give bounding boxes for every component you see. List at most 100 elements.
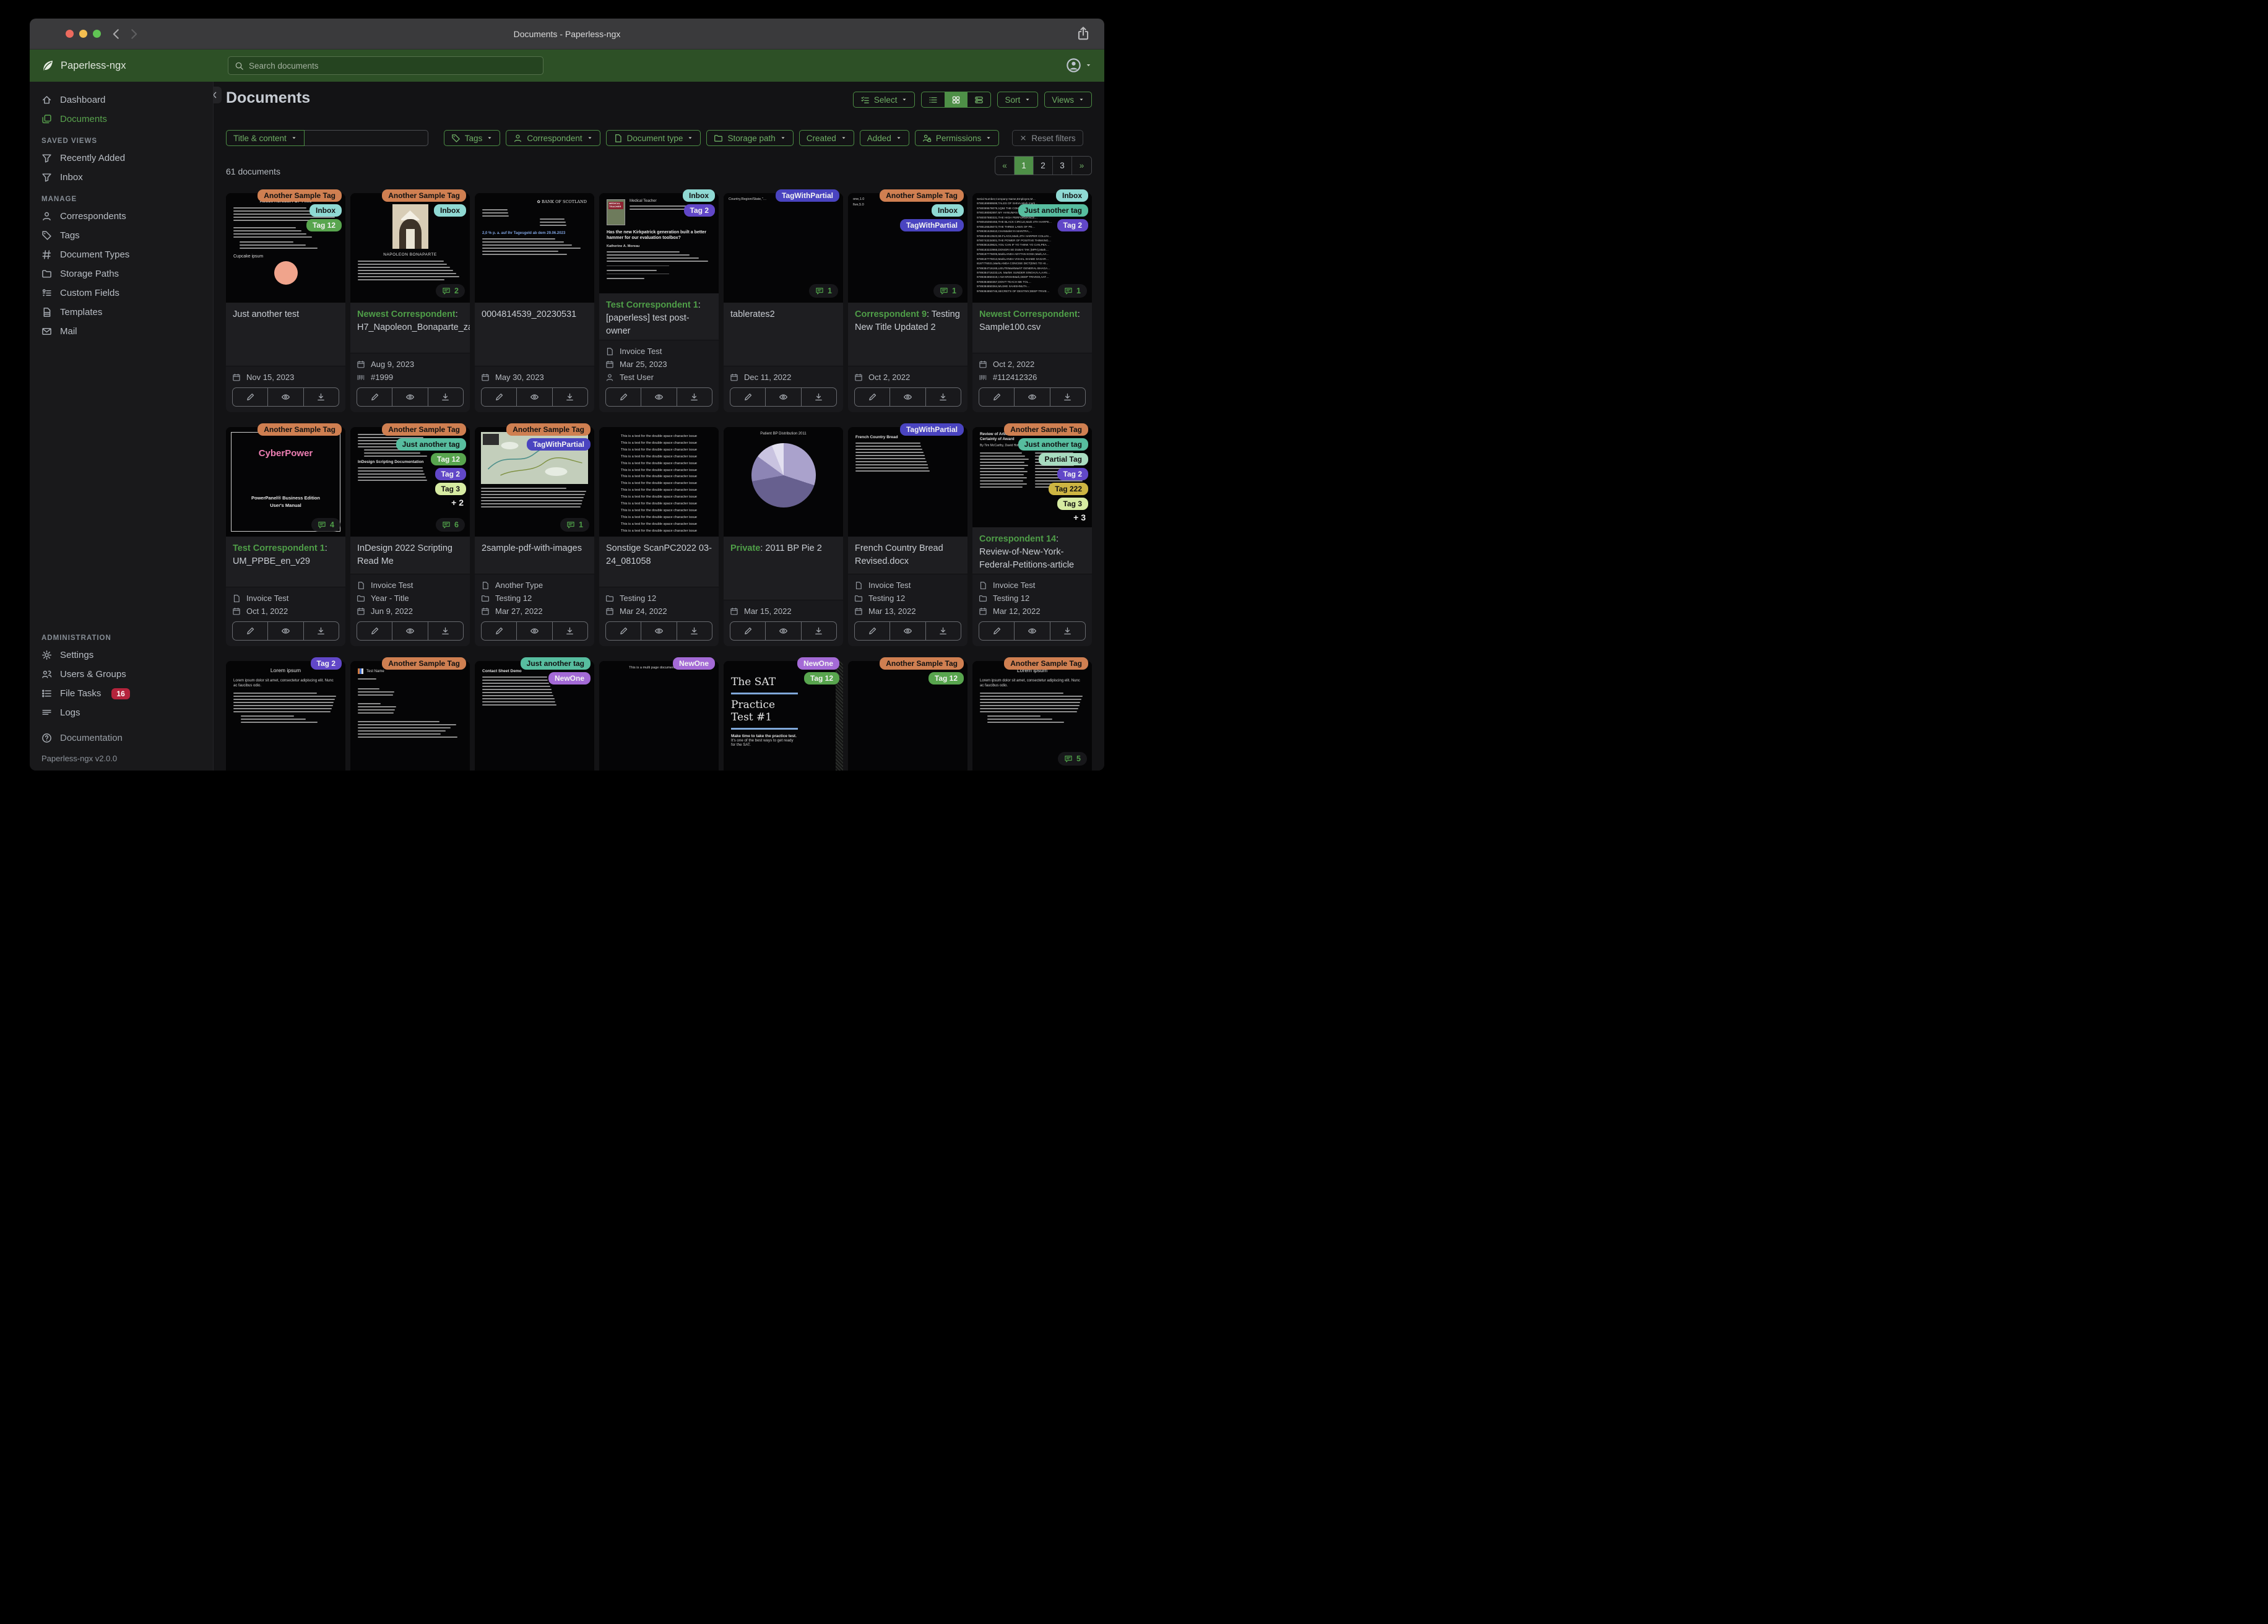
download-document-button[interactable]	[926, 388, 961, 406]
document-thumbnail-area[interactable]: CyberPower PowerPanel® Business Edition Us…	[226, 423, 345, 537]
download-document-button[interactable]	[304, 622, 339, 640]
document-card[interactable]: CyberPower PowerPanel® Business Edition Us…	[226, 423, 345, 646]
document-title[interactable]: tablerates2	[724, 303, 843, 366]
document-thumbnail-area[interactable]: This is a multi page document. Page 1. Ne…	[599, 657, 719, 771]
filter-tags-dropdown[interactable]: Tags	[443, 130, 501, 146]
view-mode-grid[interactable]	[945, 92, 968, 107]
document-card[interactable]: one,1.0 five,5.0 Another Sample Tag Inbox Ta…	[848, 189, 967, 412]
document-card[interactable]: This is a multi page document. Page 1. Ne…	[599, 657, 719, 771]
view-document-button[interactable]	[392, 388, 428, 406]
document-card[interactable]: Test Name Another Sample Tag	[350, 657, 470, 771]
search-box[interactable]	[228, 56, 543, 75]
document-card[interactable]: ✿ BANK OF SCOTLAND 2,0 % p. a. auf Ihr Ta…	[475, 193, 594, 412]
tag-pill[interactable]: NewOne	[797, 657, 839, 670]
download-document-button[interactable]	[304, 388, 339, 406]
download-document-button[interactable]	[926, 622, 961, 640]
sort-button[interactable]: Sort	[997, 92, 1039, 108]
tag-pill[interactable]: Another Sample Tag	[382, 423, 466, 436]
document-title[interactable]: Test Correspondent 1: [paperless] test p…	[599, 293, 719, 340]
correspondent-link[interactable]: Test Correspondent 1	[233, 543, 325, 553]
tag-pill[interactable]: Another Sample Tag	[258, 423, 342, 436]
filter-document-type-dropdown[interactable]: Document type	[605, 130, 701, 146]
view-document-button[interactable]	[1015, 622, 1050, 640]
download-document-button[interactable]	[428, 388, 463, 406]
edit-document-button[interactable]	[357, 388, 393, 406]
tag-pill[interactable]: Just another tag	[520, 657, 591, 670]
document-title[interactable]: InDesign 2022 Scripting Read Me	[350, 537, 470, 574]
document-card[interactable]: Review of Arbitral Awards Shows Swift Re…	[972, 423, 1092, 646]
pagination-page-1[interactable]: 1	[1015, 157, 1034, 175]
view-document-button[interactable]	[641, 388, 677, 406]
view-document-button[interactable]	[268, 388, 304, 406]
tag-pill[interactable]: Tag 222	[1049, 483, 1088, 495]
download-document-button[interactable]	[677, 622, 712, 640]
sidebar-item-documentation[interactable]: Documentation	[30, 728, 213, 748]
tag-pill[interactable]: Tag 2	[435, 468, 466, 480]
document-card[interactable]: Adobe Acrobat PDF FilesCupcake ipsumAnot…	[226, 189, 345, 412]
document-card[interactable]: Lorem ipsum Lorem ipsum dolor sit amet, c…	[972, 657, 1092, 771]
sidebar-item-document-types[interactable]: Document Types	[30, 245, 213, 264]
sidebar-item-tags[interactable]: Tags	[30, 226, 213, 245]
document-title[interactable]: 2sample-pdf-with-images	[475, 537, 594, 574]
tag-pill[interactable]: Tag 12	[430, 453, 466, 465]
tag-pill[interactable]: Another Sample Tag	[382, 189, 466, 202]
document-card[interactable]: NAPOLEON BONAPARTE Another Sample Tag Inbo…	[350, 189, 470, 412]
pagination-page-3[interactable]: 3	[1053, 157, 1072, 175]
document-thumbnail-area[interactable]: NAPOLEON BONAPARTE Another Sample Tag Inbo…	[350, 189, 470, 303]
document-thumbnail-area[interactable]: Serial Number,Company Name,Employee,M… 97…	[972, 189, 1092, 303]
tag-pill[interactable]: Tag 2	[310, 657, 342, 670]
filter-correspondent-dropdown[interactable]: Correspondent	[506, 130, 600, 146]
view-document-button[interactable]	[890, 622, 926, 640]
edit-document-button[interactable]	[233, 388, 269, 406]
tag-pill[interactable]: Another Sample Tag	[382, 657, 466, 670]
filter-storage-path-dropdown[interactable]: Storage path	[706, 130, 794, 146]
document-card[interactable]: Contact Sheet Demo Just another tag NewOne	[475, 657, 594, 771]
pagination-page-2[interactable]: 2	[1034, 157, 1053, 175]
correspondent-link[interactable]: Newest Correspondent	[979, 309, 1078, 319]
title-content-dropdown[interactable]: Title & content	[226, 130, 305, 146]
sidebar-item-users-groups[interactable]: Users & Groups	[30, 665, 213, 684]
document-thumbnail-area[interactable]: MEDICAL TEACHER Medical Teacher Has the new…	[599, 189, 719, 294]
document-card[interactable]: Another Sample Tag TagWithPartial 1 2sample…	[475, 423, 594, 646]
download-document-button[interactable]	[802, 388, 836, 406]
tag-pill[interactable]: Another Sample Tag	[506, 423, 591, 436]
edit-document-button[interactable]	[233, 622, 269, 640]
tag-pill[interactable]: TagWithPartial	[775, 189, 839, 202]
document-thumbnail-area[interactable]: InDesign Scripting Documentation Another …	[350, 423, 470, 537]
download-document-button[interactable]	[1050, 622, 1085, 640]
view-document-button[interactable]	[517, 388, 553, 406]
document-card[interactable]: MEDICAL TEACHER Medical Teacher Has the new…	[599, 189, 719, 412]
document-thumbnail-area[interactable]: Another Sample Tag TagWithPartial 1	[475, 423, 594, 537]
download-document-button[interactable]	[1050, 388, 1085, 406]
sidebar-item-mail[interactable]: Mail	[30, 322, 213, 341]
tag-pill[interactable]: Tag 3	[435, 483, 466, 495]
document-card[interactable]: Lorem ipsum Lorem ipsum dolor sit amet, c…	[226, 657, 345, 771]
document-thumbnail-area[interactable]: Lorem ipsum Lorem ipsum dolor sit amet, c…	[226, 657, 345, 771]
document-title[interactable]: Correspondent 9: Testing New Title Updat…	[848, 303, 967, 366]
view-document-button[interactable]	[392, 622, 428, 640]
view-document-button[interactable]	[890, 388, 926, 406]
tag-pill[interactable]: Tag 12	[928, 672, 964, 685]
tag-pill[interactable]: Another Sample Tag	[1004, 657, 1088, 670]
document-card[interactable]: This is a test…Another Sample TagTag 12	[848, 657, 967, 771]
edit-document-button[interactable]	[855, 622, 891, 640]
edit-document-button[interactable]	[606, 388, 642, 406]
edit-document-button[interactable]	[482, 622, 517, 640]
title-content-input[interactable]	[304, 130, 428, 146]
filter-created-dropdown[interactable]: Created	[799, 130, 854, 146]
document-title[interactable]: Private: 2011 BP Pie 2	[724, 537, 843, 600]
document-thumbnail-area[interactable]: one,1.0 five,5.0 Another Sample Tag Inbox Ta…	[848, 189, 967, 303]
search-input[interactable]	[249, 61, 537, 71]
correspondent-link[interactable]: Newest Correspondent	[357, 309, 456, 319]
document-thumbnail-area[interactable]: Adobe Acrobat PDF FilesCupcake ipsumAnot…	[226, 189, 345, 303]
document-thumbnail-area[interactable]: Country,Region/State,"… TagWithPartial 1	[724, 189, 843, 303]
select-button[interactable]: Select	[852, 92, 915, 108]
document-card[interactable]: The SAT Practice Test #1 Make time to take …	[724, 657, 843, 771]
document-title[interactable]: Test Correspondent 1: UM_PPBE_en_v29	[226, 537, 345, 587]
document-title[interactable]: Sonstige ScanPC2022 03-24_081058	[599, 537, 719, 587]
edit-document-button[interactable]	[979, 388, 1015, 406]
sidebar-item-inbox[interactable]: Inbox	[30, 168, 213, 187]
pagination-prev[interactable]: «	[995, 157, 1015, 175]
tag-pill[interactable]: Inbox	[434, 204, 466, 217]
view-document-button[interactable]	[641, 622, 677, 640]
